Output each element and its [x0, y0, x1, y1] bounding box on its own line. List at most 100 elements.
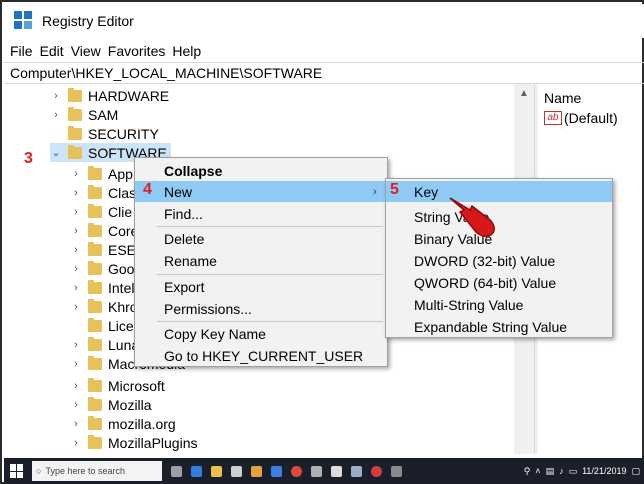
submenu-item-expandable-string-value[interactable]: Expandable String Value — [386, 316, 612, 337]
menu-help[interactable]: Help — [172, 43, 201, 59]
chrome-icon[interactable] — [291, 465, 302, 477]
app-icon[interactable] — [271, 465, 282, 477]
search-placeholder: Type here to search — [45, 466, 125, 476]
folder-icon — [68, 106, 82, 121]
menu-separator — [157, 274, 383, 275]
app-icon[interactable] — [351, 465, 362, 477]
system-tray: ⚲ ˄ ▤ ♪ ▭ 11/21/2019 ▢ — [519, 458, 640, 484]
expand-icon[interactable]: › — [70, 301, 82, 313]
task-view-icon[interactable] — [171, 465, 182, 477]
folder-app-icon[interactable] — [251, 465, 262, 477]
tree-node-app[interactable]: › App — [70, 164, 133, 183]
folder-icon — [88, 317, 102, 332]
tree-node-licer[interactable]: Licer — [70, 316, 138, 335]
tree-node-microsoft[interactable]: › Microsoft — [70, 376, 165, 395]
address-bar[interactable]: Computer\HKEY_LOCAL_MACHINE\SOFTWARE — [4, 62, 644, 84]
tree-node-label: Goo — [108, 260, 135, 277]
notifications-icon[interactable]: ▢ — [631, 466, 640, 477]
tree-node-label: Intel — [108, 279, 135, 296]
windows-start-icon[interactable] — [10, 464, 24, 478]
tree-node-clie[interactable]: › Clie — [70, 202, 132, 221]
expand-icon[interactable]: › — [70, 244, 82, 256]
edge-icon[interactable] — [191, 465, 202, 477]
menu-item-find[interactable]: Find... — [135, 203, 387, 224]
menu-item-delete[interactable]: Delete — [135, 228, 387, 249]
tree-node-mozillaplugins[interactable]: › MozillaPlugins — [70, 433, 197, 452]
menu-separator — [157, 321, 383, 322]
chevron-up-icon[interactable]: ˄ — [535, 466, 540, 476]
address-path[interactable]: Computer\HKEY_LOCAL_MACHINE\SOFTWARE — [10, 65, 322, 81]
tree-node-label: SAM — [88, 106, 119, 123]
folder-icon — [68, 144, 82, 159]
volume-icon[interactable]: ♪ — [559, 466, 564, 476]
tree-node-sam[interactable]: › SAM — [50, 105, 118, 124]
title-bar[interactable]: Registry Editor — [4, 4, 644, 38]
tree-node-khro[interactable]: › Khro — [70, 297, 138, 316]
expand-icon[interactable]: › — [70, 263, 82, 275]
expand-icon[interactable]: › — [70, 206, 82, 218]
tree-node-intel[interactable]: › Intel — [70, 278, 134, 297]
tree-node-label: mozilla.org — [108, 415, 176, 432]
folder-icon — [88, 355, 102, 370]
file-explorer-icon[interactable] — [211, 465, 222, 477]
string-value-icon: ab — [544, 111, 562, 125]
settings-icon[interactable] — [331, 465, 342, 477]
menu-item-goto-hkcu[interactable]: Go to HKEY_CURRENT_USER — [135, 345, 387, 366]
expand-icon[interactable]: › — [70, 399, 82, 411]
collapse-icon[interactable]: ⌄ — [50, 146, 62, 159]
tree-node-clas[interactable]: › Clas — [70, 183, 136, 202]
tree-node-core[interactable]: › Core — [70, 221, 138, 240]
menu-item-copy-key-name[interactable]: Copy Key Name — [135, 323, 387, 344]
tree-node-label: Mozilla — [108, 396, 152, 413]
value-row-default[interactable]: ab (Default) — [544, 110, 618, 126]
menu-item-collapse[interactable]: Collapse — [135, 160, 387, 181]
column-header-name[interactable]: Name — [544, 90, 581, 106]
expand-icon[interactable]: › — [50, 90, 62, 102]
clock-date[interactable]: 11/21/2019 — [582, 466, 626, 476]
menu-edit[interactable]: Edit — [40, 43, 64, 59]
search-icon: ○ — [36, 466, 42, 476]
menu-item-new[interactable]: 4 New › — [135, 181, 387, 202]
expand-icon[interactable]: › — [70, 187, 82, 199]
tree-node-label: App — [108, 165, 133, 182]
expand-icon[interactable]: › — [70, 418, 82, 430]
regedit-taskbar-icon[interactable] — [391, 465, 402, 477]
menu-favorites[interactable]: Favorites — [108, 43, 166, 59]
menu-item-rename[interactable]: Rename — [135, 250, 387, 271]
expand-icon[interactable]: › — [70, 339, 82, 351]
registry-editor-icon — [14, 11, 34, 31]
tree-node-mozilla-org[interactable]: › mozilla.org — [70, 414, 176, 433]
tree-node-security[interactable]: SECURITY — [50, 124, 159, 143]
battery-icon[interactable]: ▭ — [569, 466, 578, 477]
submenu-item-dword-value[interactable]: DWORD (32-bit) Value — [386, 250, 612, 271]
people-icon[interactable]: ⚲ — [524, 466, 531, 477]
submenu-item-qword-value[interactable]: QWORD (64-bit) Value — [386, 272, 612, 293]
app-icon[interactable] — [371, 465, 382, 477]
expand-icon[interactable]: › — [70, 168, 82, 180]
network-icon[interactable]: ▤ — [546, 466, 555, 477]
folder-icon — [88, 298, 102, 313]
expand-icon[interactable]: › — [70, 380, 82, 392]
tree-node-goo[interactable]: › Goo — [70, 259, 134, 278]
tree-node-mozilla[interactable]: › Mozilla — [70, 395, 152, 414]
taskbar: ○ Type here to search ⚲ ˄ ▤ ♪ ▭ 11/21/20… — [4, 458, 644, 484]
expand-icon[interactable]: › — [70, 437, 82, 449]
store-icon[interactable] — [231, 465, 242, 477]
expand-icon[interactable]: › — [70, 358, 82, 370]
tree-node-luna[interactable]: › Luna — [70, 335, 139, 354]
scroll-up-arrow-icon[interactable]: ▲ — [514, 84, 534, 104]
tree-node-hardware[interactable]: › HARDWARE — [50, 86, 169, 105]
expand-icon[interactable]: › — [50, 109, 62, 121]
app-icon[interactable] — [311, 465, 322, 477]
expand-icon[interactable]: › — [70, 225, 82, 237]
expand-icon[interactable]: › — [70, 282, 82, 294]
tree-node-label: Clas — [108, 184, 137, 201]
menu-view[interactable]: View — [71, 43, 101, 59]
menu-file[interactable]: File — [10, 43, 33, 59]
menu-item-permissions[interactable]: Permissions... — [135, 298, 387, 319]
folder-icon — [68, 125, 82, 140]
menu-item-export[interactable]: Export — [135, 276, 387, 297]
step-5-marker: 5 — [390, 181, 399, 198]
submenu-item-multi-string-value[interactable]: Multi-String Value — [386, 294, 612, 315]
taskbar-search-input[interactable]: ○ Type here to search — [32, 461, 162, 481]
